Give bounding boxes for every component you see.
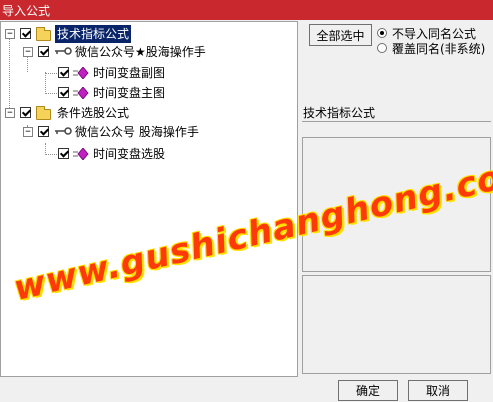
group-label[interactable]: 技术指标公式 (55, 25, 132, 43)
tree-node-formula[interactable]: 时间变盘副图 (1, 64, 291, 82)
ok-button[interactable]: 确定 (338, 380, 398, 401)
folder-icon (36, 27, 51, 41)
key-icon (55, 127, 72, 135)
tree-node-group-1[interactable]: − 技术指标公式 (1, 25, 291, 43)
description-panel (302, 137, 491, 272)
radio-overwrite[interactable] (377, 43, 387, 53)
formula-label: 时间变盘选股 (93, 147, 166, 161)
group-label[interactable]: 条件选股公式 (57, 104, 129, 122)
author-label: 微信公众号★股海操作手 (75, 45, 206, 59)
window-title: 导入公式 (2, 4, 51, 18)
checkbox-checked[interactable] (58, 87, 69, 98)
checkbox-checked[interactable] (38, 46, 49, 57)
collapse-icon[interactable]: − (5, 29, 15, 39)
tree-node-group-2[interactable]: − 条件选股公式 (1, 104, 291, 122)
radio-overwrite-label[interactable]: 覆盖同名(非系统) (392, 40, 485, 57)
category-label: 技术指标公式 (303, 106, 376, 120)
collapse-icon[interactable]: − (23, 127, 33, 137)
checkbox-checked[interactable] (38, 126, 49, 137)
tree-node-formula[interactable]: 时间变盘选股 (1, 145, 291, 163)
checkbox-checked[interactable] (20, 107, 31, 118)
formula-label: 时间变盘主图 (93, 86, 166, 100)
window-title-bar: 导入公式 (0, 0, 493, 20)
formula-icon (73, 87, 89, 99)
key-icon (55, 47, 72, 55)
formula-icon (73, 148, 89, 160)
tree-node-formula[interactable]: 时间变盘主图 (1, 84, 291, 102)
checkbox-checked[interactable] (58, 148, 69, 159)
formula-tree[interactable]: − 技术指标公式 − 微信公众号★股海操作手 时间变盘副图 时间变盘主图 − 条… (0, 21, 298, 377)
author-label: 微信公众号 股海操作手 (75, 125, 199, 139)
formula-icon (73, 67, 89, 79)
divider (302, 121, 491, 122)
collapse-icon[interactable]: − (5, 108, 15, 118)
radio-no-import[interactable] (377, 28, 387, 38)
checkbox-checked[interactable] (20, 28, 31, 39)
select-all-button[interactable]: 全部选中 (309, 24, 372, 46)
checkbox-checked[interactable] (58, 67, 69, 78)
tree-node-author-2[interactable]: − 微信公众号 股海操作手 (1, 123, 291, 141)
cancel-button[interactable]: 取消 (408, 380, 468, 401)
folder-icon (36, 106, 51, 120)
collapse-icon[interactable]: − (23, 47, 33, 57)
notes-panel (302, 275, 491, 374)
tree-node-author-1[interactable]: − 微信公众号★股海操作手 (1, 43, 291, 61)
formula-label: 时间变盘副图 (93, 66, 166, 80)
